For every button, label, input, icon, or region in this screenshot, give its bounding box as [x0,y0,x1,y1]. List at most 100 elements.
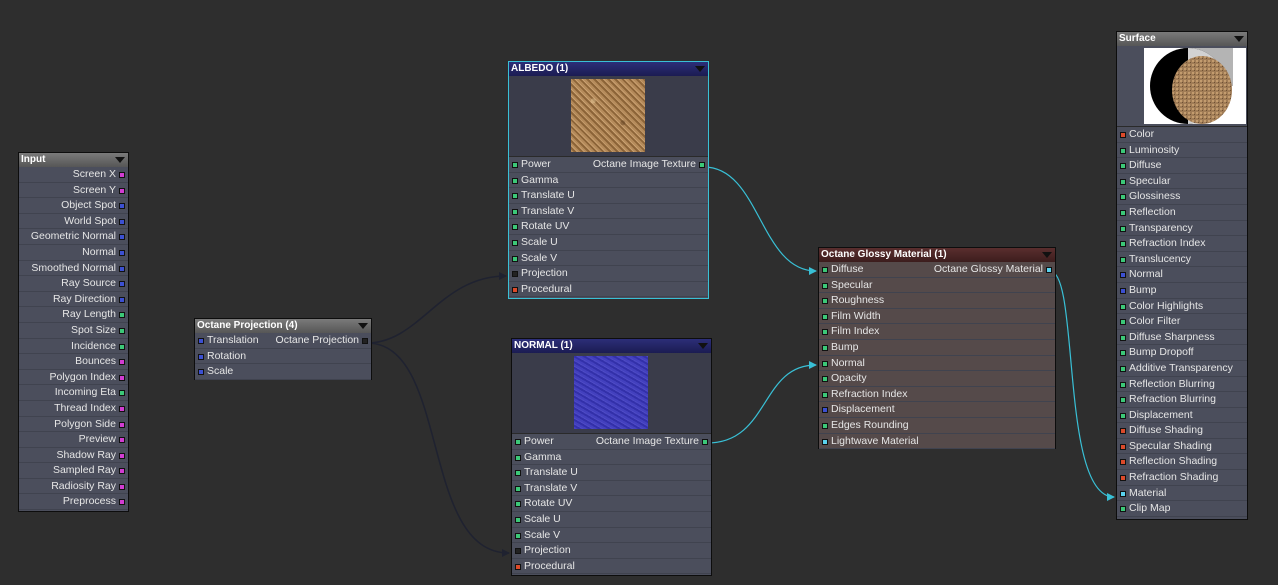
input-port-additive-transparency[interactable] [1120,365,1126,372]
port-row-diffuse[interactable]: Diffuse Octane Glossy Material [819,262,1055,278]
port-row-ray-length[interactable]: Ray Length [19,307,128,323]
input-port-gamma[interactable] [515,454,521,461]
port-row-polygon-index[interactable]: Polygon Index [19,370,128,386]
port-row-radiosity-ray[interactable]: Radiosity Ray [19,479,128,495]
chevron-down-icon[interactable] [695,66,705,72]
port-row-incoming-eta[interactable]: Incoming Eta [19,385,128,401]
port-row-projection[interactable]: Projection [509,266,708,282]
output-port-shadow-ray[interactable] [119,452,125,459]
input-port-reflection[interactable] [1120,209,1126,216]
input-port-rotate-uv[interactable] [515,501,521,508]
port-row-edges-rounding[interactable]: Edges Rounding [819,418,1055,434]
port-row-scale-u[interactable]: Scale U [512,512,711,528]
port-row-gamma[interactable]: Gamma [512,450,711,466]
input-port-specular[interactable] [822,282,828,289]
port-row-rotate-uv[interactable]: Rotate UV [509,219,708,235]
port-row-screen-x[interactable]: Screen X [19,167,128,183]
port-row-sampled-ray[interactable]: Sampled Ray [19,463,128,479]
input-port-translate-u[interactable] [512,193,518,200]
input-port-scale-v[interactable] [515,532,521,539]
port-row-scale-v[interactable]: Scale V [509,251,708,267]
port-row-thread-index[interactable]: Thread Index [19,401,128,417]
output-port-geometric-normal[interactable] [119,234,125,241]
port-row-luminosity[interactable]: Luminosity [1117,143,1247,159]
port-row-bump[interactable]: Bump [819,340,1055,356]
output-port-spot-size[interactable] [119,327,125,334]
output-port-octane-image-texture[interactable] [699,162,705,168]
port-row-translucency[interactable]: Translucency [1117,252,1247,268]
output-port-octane-glossy-material[interactable] [1046,267,1052,273]
port-row-diffuse[interactable]: Diffuse [1117,158,1247,174]
port-row-material[interactable]: Material [1117,486,1247,502]
input-port-procedural[interactable] [515,563,521,570]
port-row-geometric-normal[interactable]: Geometric Normal [19,229,128,245]
input-port-bump[interactable] [822,344,828,351]
input-port-scale[interactable] [198,369,204,376]
port-row-normal[interactable]: Normal [1117,267,1247,283]
input-port-specular[interactable] [1120,178,1126,185]
port-row-preview[interactable]: Preview [19,432,128,448]
input-port-color[interactable] [1120,132,1126,138]
output-port-preprocess[interactable] [119,499,125,506]
input-node-header[interactable]: Input [19,153,128,167]
port-row-translation[interactable]: Translation Octane Projection [195,333,371,349]
input-port-normal[interactable] [822,360,828,367]
albedo-node-header[interactable]: ALBEDO (1) [509,62,708,76]
port-row-refraction-shading[interactable]: Refraction Shading [1117,470,1247,486]
output-port-octane-image-texture[interactable] [702,439,708,445]
chevron-down-icon[interactable] [698,343,708,349]
wire-projection-to-albedo[interactable] [366,272,507,344]
wire-projection-to-normal[interactable] [366,342,510,557]
surface-node[interactable]: Surface Color Luminosity Diffuse Specular Gl… [1116,31,1248,520]
input-port-displacement[interactable] [1120,412,1126,419]
input-port-refraction-index[interactable] [822,391,828,398]
port-row-color[interactable]: Color [1117,127,1247,143]
octane-projection-node[interactable]: Octane Projection (4) Translation Octane … [194,318,372,380]
input-port-gamma[interactable] [512,177,518,184]
input-port-diffuse-shading[interactable] [1120,428,1126,435]
chevron-down-icon[interactable] [1234,36,1244,42]
port-row-displacement[interactable]: Displacement [819,402,1055,418]
input-port-procedural[interactable] [512,286,518,293]
output-port-bounces[interactable] [119,359,125,366]
port-row-bump[interactable]: Bump [1117,283,1247,299]
port-row-procedural[interactable]: Procedural [509,282,708,298]
wire-albedo-to-diffuse[interactable] [703,166,817,275]
port-row-power[interactable]: Power Octane Image Texture [512,434,711,450]
port-row-reflection[interactable]: Reflection [1117,205,1247,221]
input-port-bump[interactable] [1120,287,1126,294]
output-port-preview[interactable] [119,437,125,444]
port-row-glossiness[interactable]: Glossiness [1117,189,1247,205]
port-row-power[interactable]: Power Octane Image Texture [509,157,708,173]
output-port-polygon-index[interactable] [119,374,125,381]
port-row-roughness[interactable]: Roughness [819,293,1055,309]
port-row-normal[interactable]: Normal [19,245,128,261]
input-port-diffuse-sharpness[interactable] [1120,334,1126,341]
output-port-world-spot[interactable] [119,218,125,225]
port-row-refraction-blurring[interactable]: Refraction Blurring [1117,392,1247,408]
output-port-normal[interactable] [119,249,125,256]
port-row-lightwave-material[interactable]: Lightwave Material [819,434,1055,450]
port-row-translate-u[interactable]: Translate U [509,188,708,204]
output-port-sampled-ray[interactable] [119,468,125,475]
chevron-down-icon[interactable] [115,157,125,163]
input-port-color-highlights[interactable] [1120,303,1126,310]
input-port-diffuse[interactable] [1120,163,1126,170]
input-port-translation[interactable] [198,338,204,344]
input-port-edges-rounding[interactable] [822,422,828,429]
output-port-screen-x[interactable] [119,172,125,178]
output-port-ray-source[interactable] [119,281,125,288]
port-row-bump-dropoff[interactable]: Bump Dropoff [1117,345,1247,361]
port-row-gamma[interactable]: Gamma [509,173,708,189]
input-port-power[interactable] [512,162,518,168]
input-node[interactable]: Input Screen X Screen Y Object Spot World S… [18,152,129,512]
port-row-film-index[interactable]: Film Index [819,324,1055,340]
input-port-film-width[interactable] [822,313,828,320]
port-row-smoothed-normal[interactable]: Smoothed Normal [19,261,128,277]
port-row-diffuse-sharpness[interactable]: Diffuse Sharpness [1117,330,1247,346]
input-port-glossiness[interactable] [1120,194,1126,201]
port-row-opacity[interactable]: Opacity [819,371,1055,387]
chevron-down-icon[interactable] [1042,252,1052,258]
input-port-projection[interactable] [515,548,521,555]
output-port-ray-length[interactable] [119,312,125,319]
